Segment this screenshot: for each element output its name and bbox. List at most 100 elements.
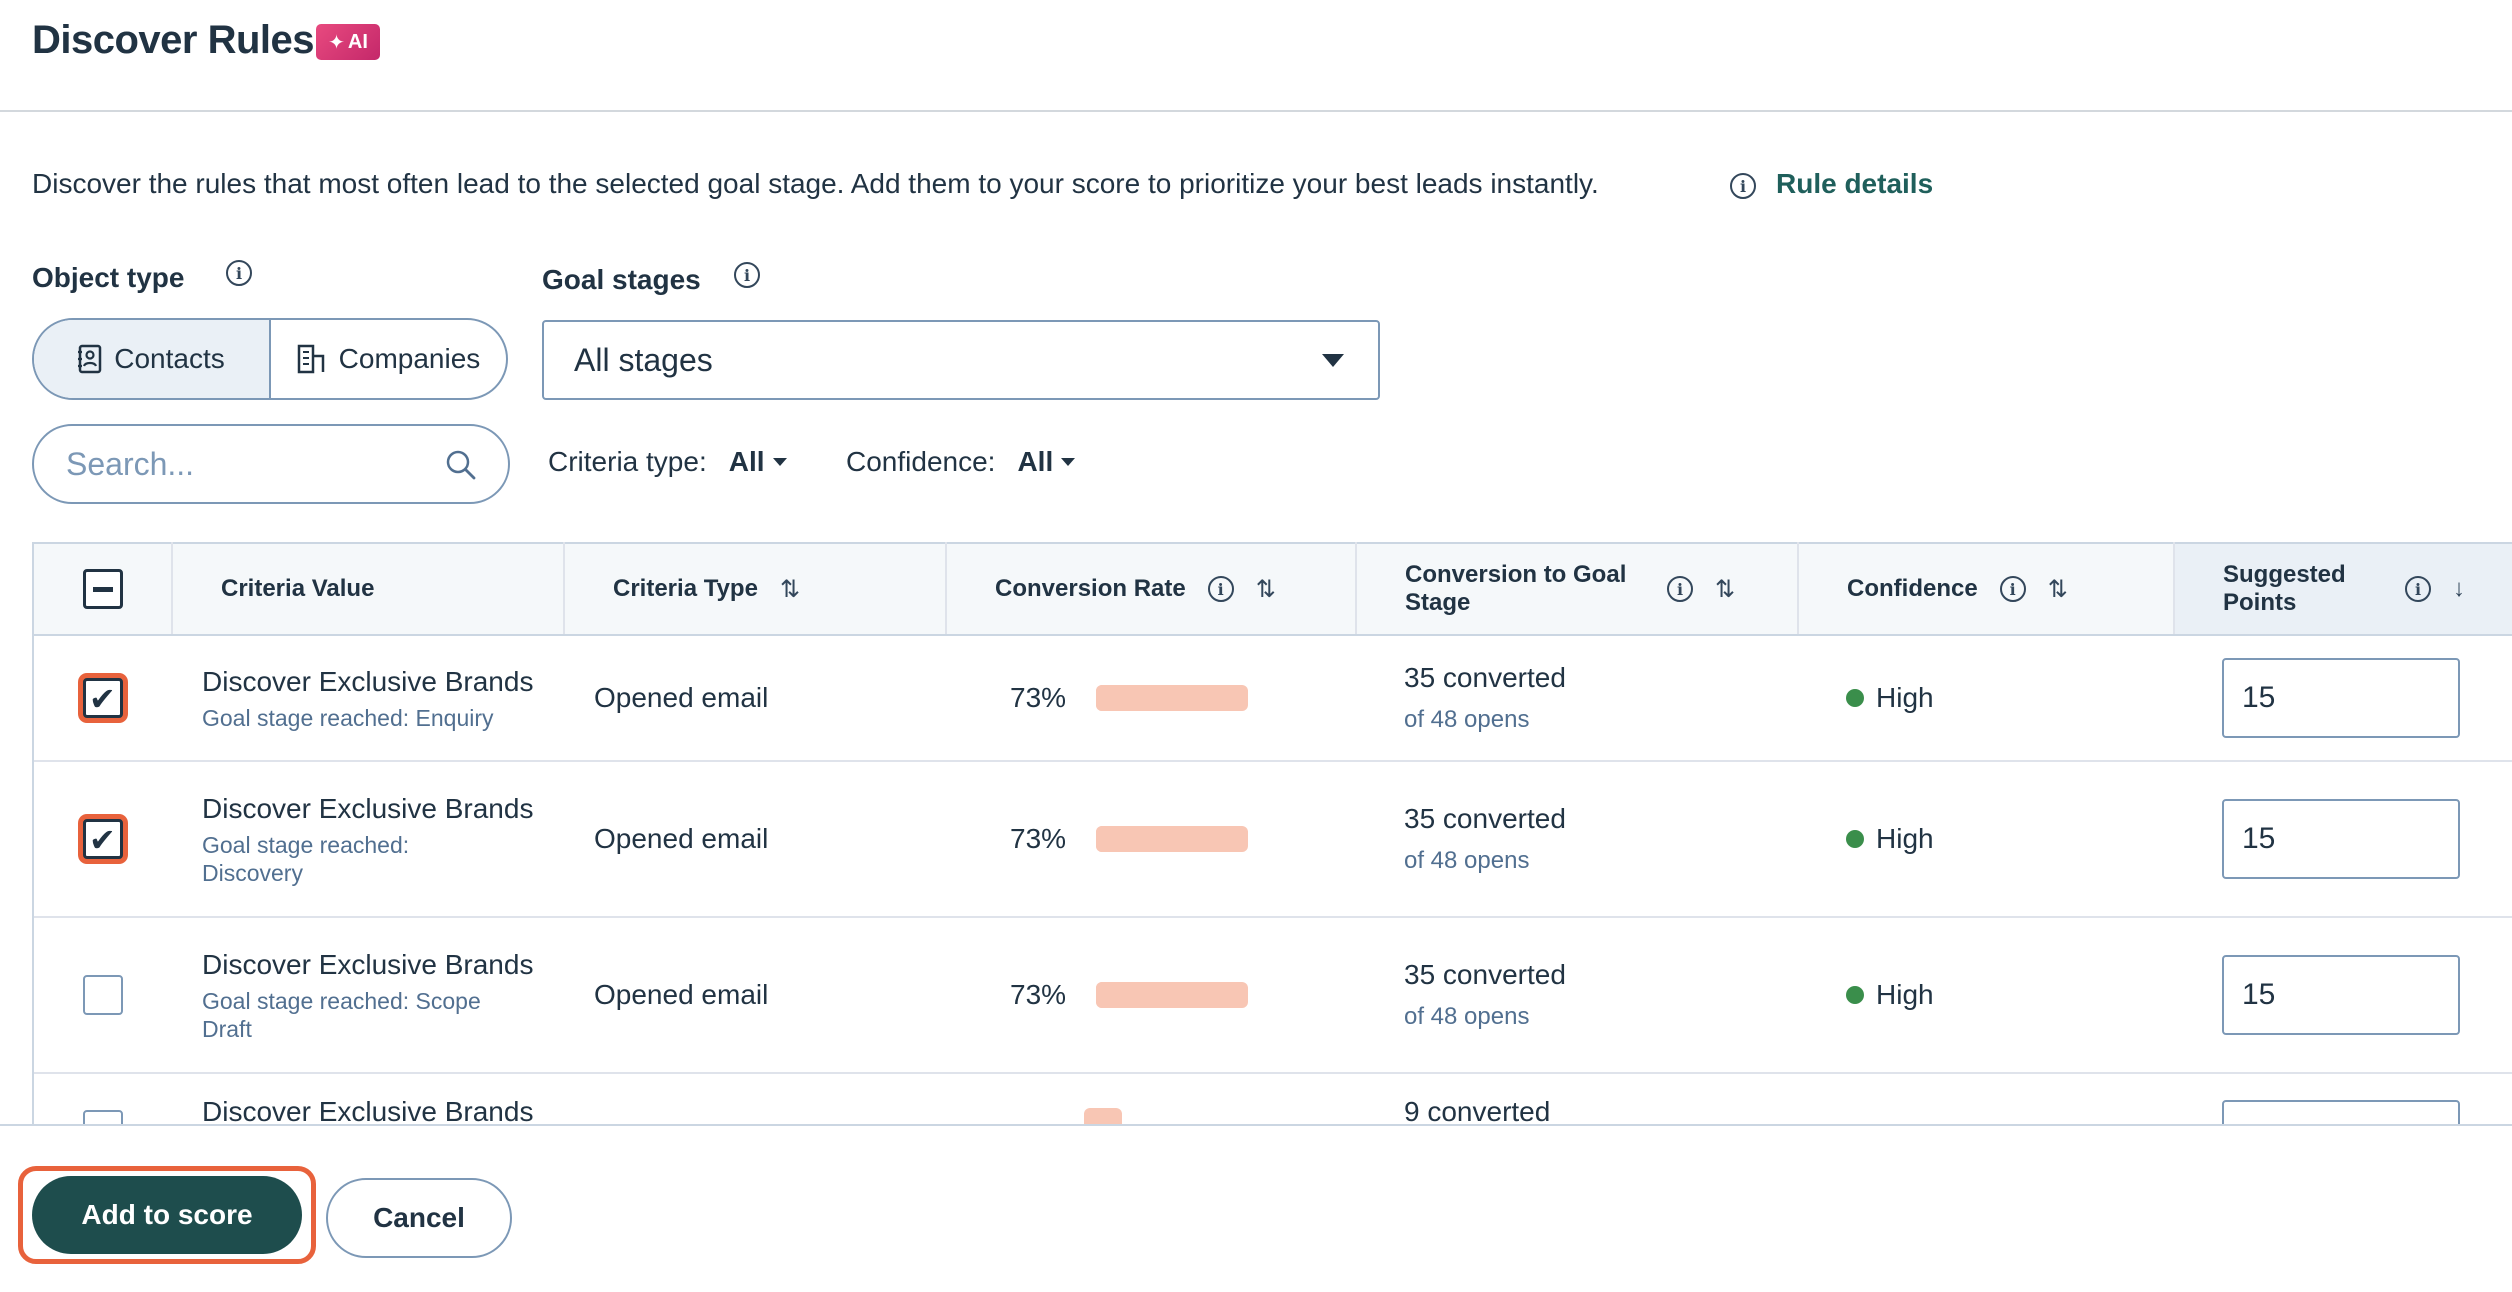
table-row: Discover Exclusive Brands Goal stage reac… [34, 917, 2512, 1074]
criteria-type-label: Criteria type: [548, 446, 707, 477]
table-row: Discover Exclusive Brands 9 converted [34, 1073, 2512, 1124]
converted-count: 35 converted [1404, 803, 1566, 834]
conversion-rate-bar [1096, 982, 1249, 1008]
criteria-type: Opened email [564, 761, 946, 918]
info-icon[interactable]: i [2405, 576, 2431, 602]
confidence-label: Confidence: [846, 446, 996, 477]
conversion-rate-bar [1096, 685, 1249, 711]
ai-badge: ✦ AI [316, 24, 380, 60]
conversion-rate-bar [1084, 1108, 1122, 1124]
info-icon[interactable]: i [734, 262, 760, 288]
confidence-dot [1846, 830, 1864, 848]
check-icon: ✔ [89, 681, 116, 717]
confidence-value: High [1876, 682, 1934, 713]
column-header-criteria-type[interactable]: Criteria Type ⇅ [564, 542, 947, 636]
opens-count: of 48 opens [1404, 1003, 1530, 1030]
confidence-value: High [1876, 979, 1934, 1010]
search-input[interactable] [34, 426, 414, 502]
contacts-label: Contacts [114, 343, 225, 374]
goal-stages-label: Goal stages [542, 264, 701, 295]
confidence-dot [1846, 689, 1864, 707]
highlight-frame: Add to score [18, 1166, 316, 1264]
row-checkbox[interactable]: ✔ [83, 678, 123, 718]
contacts-icon [78, 344, 102, 374]
caret-down-icon [1061, 458, 1076, 466]
column-header-suggested-points[interactable]: Suggested Points i ↓ [2174, 542, 2512, 636]
confidence-dot [1846, 986, 1864, 1004]
companies-option[interactable]: Companies [271, 320, 506, 398]
modal-header: Discover Rules ✦ AI [0, 0, 2512, 112]
criteria-title: Discover Exclusive Brands [202, 1096, 534, 1124]
criteria-type: Opened email [564, 635, 946, 762]
conversion-rate: 73% [1010, 823, 1067, 854]
select-all-cell [34, 542, 173, 636]
page-title: Discover Rules [32, 18, 315, 62]
opens-count: of 48 opens [1404, 706, 1530, 733]
minus-icon [92, 587, 113, 592]
table-header-row: Criteria Value Criteria Type ⇅ Conversion… [34, 542, 2512, 636]
confidence-filter[interactable]: Confidence: All [846, 446, 1076, 478]
conversion-rate: 73% [1010, 682, 1067, 713]
search-icon[interactable] [444, 448, 478, 482]
sort-desc-icon[interactable]: ↓ [2453, 575, 2465, 603]
select-all-checkbox[interactable] [82, 569, 123, 609]
info-icon[interactable]: i [1207, 576, 1234, 602]
rules-table: Criteria Value Criteria Type ⇅ Conversion… [32, 542, 2512, 1124]
cancel-button[interactable]: Cancel [326, 1178, 512, 1258]
criteria-type-value: All [728, 446, 765, 477]
converted-count: 9 converted [1404, 1096, 1551, 1124]
caret-down-icon [772, 458, 787, 466]
points-input[interactable] [2222, 658, 2460, 738]
goal-stages-select[interactable]: All stages [542, 320, 1380, 400]
caret-down-icon [1322, 354, 1344, 367]
points-input[interactable] [2222, 955, 2460, 1035]
table-row: ✔ Discover Exclusive Brands Goal stage re… [34, 761, 2512, 918]
criteria-subtitle: Goal stage reached: Enquiry [202, 705, 494, 731]
row-checkbox[interactable] [83, 975, 123, 1015]
points-input[interactable] [2222, 799, 2460, 879]
contacts-option[interactable]: Contacts [34, 320, 271, 398]
conversion-rate-bar [1096, 826, 1249, 852]
points-input[interactable] [2222, 1100, 2460, 1124]
opens-count: of 48 opens [1404, 847, 1530, 874]
object-type-label: Object type [32, 262, 185, 293]
description: Discover the rules that most often lead … [32, 168, 1599, 199]
table-row: ✔ Discover Exclusive Brands Goal stage re… [34, 635, 2512, 762]
confidence-value: All [1017, 446, 1054, 477]
row-checkbox[interactable] [83, 1110, 123, 1124]
object-type-toggle: Contacts Companies [32, 318, 508, 400]
sort-icon[interactable]: ⇅ [780, 575, 800, 604]
modal-footer: Add to score Cancel [0, 1124, 2512, 1292]
column-header-confidence[interactable]: Confidence i ⇅ [1798, 542, 2175, 636]
criteria-title: Discover Exclusive Brands [202, 793, 534, 824]
info-icon[interactable]: i [1730, 173, 1756, 199]
sort-icon[interactable]: ⇅ [2048, 575, 2068, 604]
goal-stages-value: All stages [574, 341, 713, 378]
companies-label: Companies [338, 343, 481, 374]
column-header-conversion-to-goal[interactable]: Conversion to Goal Stage i ⇅ [1356, 542, 1799, 636]
column-header-conversion-rate[interactable]: Conversion Rate i ⇅ [946, 542, 1357, 636]
criteria-title: Discover Exclusive Brands [202, 666, 534, 697]
search-box [32, 424, 510, 504]
check-icon: ✔ [89, 822, 116, 858]
criteria-subtitle: Goal stage reached: Scope Draft [202, 988, 481, 1042]
criteria-subtitle: Goal stage reached: Discovery [202, 832, 410, 886]
criteria-title: Discover Exclusive Brands [202, 949, 534, 980]
building-icon [297, 344, 324, 374]
info-icon[interactable]: i [1999, 576, 2026, 602]
info-icon[interactable]: i [1667, 576, 1693, 602]
sparkle-icon: ✦ [328, 31, 345, 54]
conversion-rate: 73% [1010, 979, 1067, 1010]
sort-icon[interactable]: ⇅ [1256, 575, 1276, 604]
row-checkbox[interactable]: ✔ [83, 819, 123, 859]
ai-badge-label: AI [347, 30, 368, 53]
criteria-type: Opened email [564, 917, 946, 1074]
converted-count: 35 converted [1404, 959, 1566, 990]
add-to-score-button[interactable]: Add to score [32, 1176, 302, 1254]
converted-count: 35 converted [1404, 662, 1566, 693]
sort-icon[interactable]: ⇅ [1715, 575, 1735, 604]
criteria-type-filter[interactable]: Criteria type: All [548, 446, 787, 478]
confidence-value: High [1876, 823, 1934, 854]
rule-details-link[interactable]: Rule details [1776, 168, 1933, 200]
info-icon[interactable]: i [226, 260, 252, 286]
